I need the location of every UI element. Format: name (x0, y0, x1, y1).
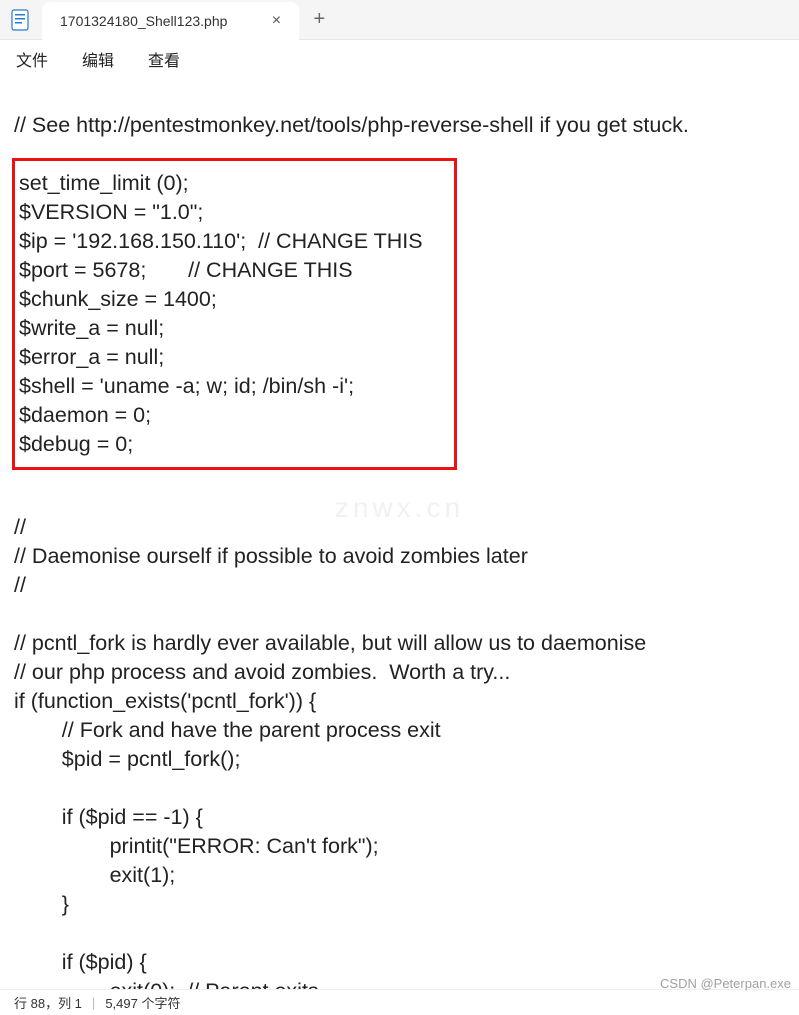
tab-title: 1701324180_Shell123.php (60, 13, 227, 29)
new-tab-button[interactable]: + (299, 8, 339, 31)
tab-active[interactable]: 1701324180_Shell123.php × (42, 2, 299, 40)
code-box-content: set_time_limit (0); $VERSION = "1.0"; $i… (19, 171, 423, 456)
watermark-right: CSDN @Peterpan.exe (660, 976, 791, 991)
close-icon[interactable]: × (267, 12, 285, 30)
status-position: 行 88，列 1 (14, 993, 82, 1012)
highlighted-code-block: set_time_limit (0); $VERSION = "1.0"; $i… (12, 158, 457, 470)
app-icon (10, 8, 30, 32)
editor-area[interactable]: // See http://pentestmonkey.net/tools/ph… (0, 78, 799, 989)
menu-view[interactable]: 查看 (142, 43, 186, 75)
tab-bar: 1701324180_Shell123.php × + (0, 0, 799, 40)
menu-file[interactable]: 文件 (10, 43, 54, 75)
code-intro-line: // See http://pentestmonkey.net/tools/ph… (14, 113, 689, 137)
code-rest: // // Daemonise ourself if possible to a… (14, 515, 646, 989)
menu-edit[interactable]: 编辑 (76, 43, 120, 75)
menu-bar: 文件 编辑 查看 (0, 40, 799, 78)
status-char-count: 5,497 个字符 (105, 993, 180, 1012)
status-bar: 行 88，列 1 | 5,497 个字符 (0, 989, 799, 1015)
status-separator: | (92, 995, 95, 1010)
